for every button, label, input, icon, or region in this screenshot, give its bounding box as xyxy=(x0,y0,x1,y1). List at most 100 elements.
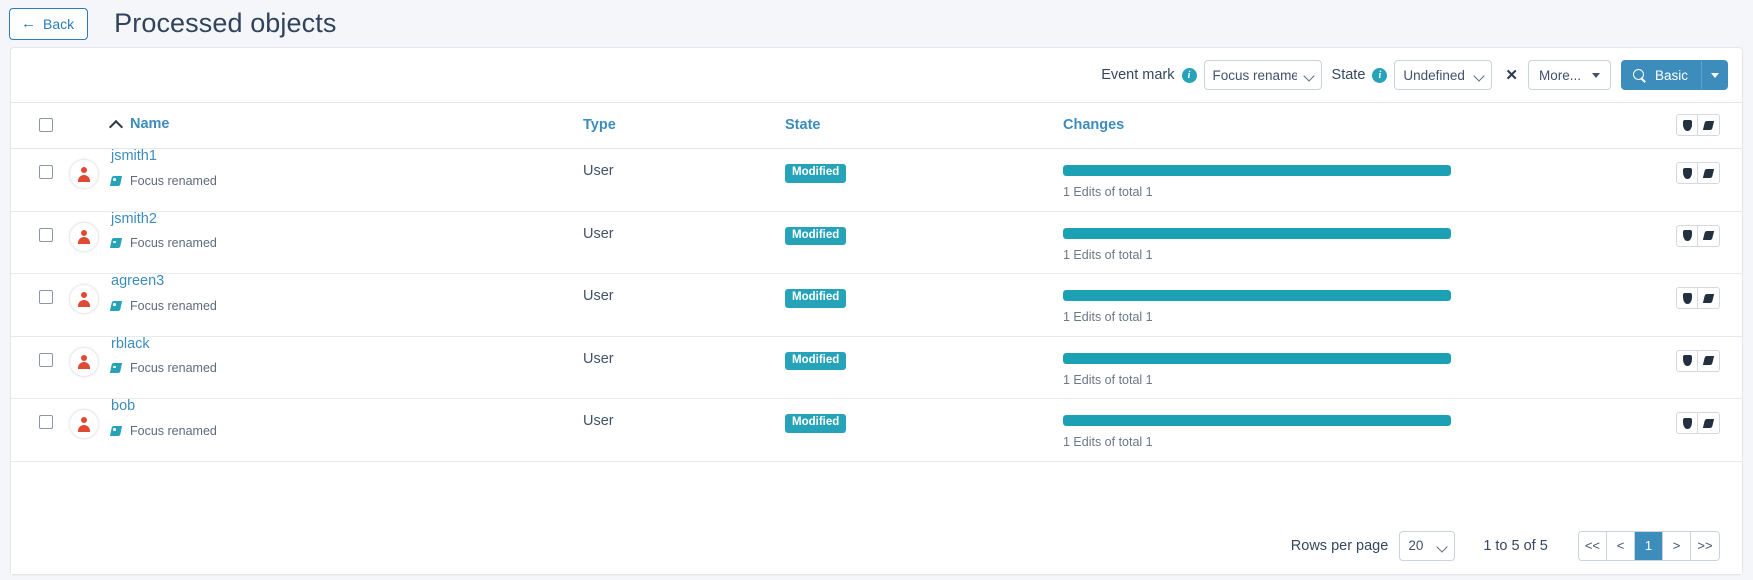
shield-icon-button[interactable] xyxy=(1676,114,1698,136)
row-checkbox[interactable] xyxy=(39,228,53,242)
row-action-group xyxy=(1478,149,1742,184)
row-tag-label: Focus renamed xyxy=(130,299,217,313)
row-checkbox[interactable] xyxy=(39,415,53,429)
tag-icon-button[interactable] xyxy=(1698,350,1720,372)
changes-caption: 1 Edits of total 1 xyxy=(1063,435,1478,449)
tag-icon xyxy=(1703,121,1714,130)
row-actions xyxy=(1676,412,1720,434)
row-changes-cell: 1 Edits of total 1 xyxy=(1063,274,1478,337)
event-mark-select-wrap: Focus renamed xyxy=(1204,60,1322,90)
shield-icon-button[interactable] xyxy=(1676,350,1698,372)
top-bar: ← Back Processed objects xyxy=(0,0,1753,47)
tag-icon xyxy=(111,300,123,312)
row-select-cell xyxy=(11,274,69,337)
row-type-value: User xyxy=(583,149,785,179)
select-all-checkbox[interactable] xyxy=(39,118,53,132)
page-first-button[interactable]: << xyxy=(1579,532,1607,560)
shield-icon xyxy=(1683,230,1692,241)
row-state-cell: Modified xyxy=(785,336,1063,399)
state-select[interactable]: Undefined xyxy=(1394,60,1492,90)
row-action-group xyxy=(1478,337,1742,372)
row-action-group xyxy=(1478,399,1742,434)
row-name-cell: agreen3 Focus renamed xyxy=(111,274,583,337)
page-title: Processed objects xyxy=(114,8,336,39)
progress-fill xyxy=(1063,290,1451,301)
progress-wrap: 1 Edits of total 1 xyxy=(1063,274,1478,324)
avatar xyxy=(69,409,99,439)
tag-icon-button[interactable] xyxy=(1698,225,1720,247)
changes-caption: 1 Edits of total 1 xyxy=(1063,185,1478,199)
object-name-link[interactable]: rblack xyxy=(111,337,583,352)
name-header[interactable]: Name xyxy=(111,103,583,149)
tag-icon xyxy=(1703,294,1714,303)
info-icon[interactable]: i xyxy=(1372,68,1387,83)
shield-icon xyxy=(1683,120,1692,131)
row-changes-cell: 1 Edits of total 1 xyxy=(1063,336,1478,399)
event-mark-label: Event mark xyxy=(1101,67,1174,83)
search-mode-dropdown[interactable] xyxy=(1701,61,1727,89)
row-changes-cell: 1 Edits of total 1 xyxy=(1063,149,1478,212)
row-checkbox[interactable] xyxy=(39,290,53,304)
page-1-button[interactable]: 1 xyxy=(1635,532,1663,560)
tag-icon xyxy=(111,175,123,187)
status-badge: Modified xyxy=(785,352,846,371)
tag-icon-button[interactable] xyxy=(1698,287,1720,309)
page-prev-button[interactable]: < xyxy=(1607,532,1635,560)
row-type-cell: User xyxy=(583,274,785,337)
search-basic-button[interactable]: Basic xyxy=(1621,60,1728,90)
tag-icon xyxy=(111,425,123,437)
row-select-cell xyxy=(11,336,69,399)
row-type-value: User xyxy=(583,274,785,304)
rows-per-page-select[interactable]: 20 xyxy=(1399,531,1455,561)
tag-icon-button[interactable] xyxy=(1698,162,1720,184)
table-row[interactable]: rblack Focus renamed User Modified 1 Edi… xyxy=(11,336,1742,399)
page-next-button[interactable]: > xyxy=(1663,532,1691,560)
table-row[interactable]: bob Focus renamed User Modified 1 Edits … xyxy=(11,399,1742,462)
search-basic-main[interactable]: Basic xyxy=(1622,61,1701,89)
row-checkbox[interactable] xyxy=(39,165,53,179)
type-header[interactable]: Type xyxy=(583,103,785,149)
status-badge: Modified xyxy=(785,227,846,246)
pagination-range: 1 to 5 of 5 xyxy=(1483,538,1548,554)
object-name-link[interactable]: agreen3 xyxy=(111,274,583,289)
actions-header xyxy=(1478,103,1742,149)
object-name-link[interactable]: jsmith2 xyxy=(111,212,583,227)
back-button[interactable]: ← Back xyxy=(9,8,88,40)
object-name-link[interactable]: jsmith1 xyxy=(111,149,583,164)
close-x-icon[interactable]: ✕ xyxy=(1505,68,1518,83)
tag-icon-button[interactable] xyxy=(1698,114,1720,136)
shield-icon xyxy=(1683,418,1692,429)
shield-icon-button[interactable] xyxy=(1676,162,1698,184)
row-tag-label: Focus renamed xyxy=(130,174,217,188)
more-filters-button[interactable]: More... xyxy=(1528,60,1611,90)
row-actions-cell xyxy=(1478,274,1742,337)
table-row[interactable]: agreen3 Focus renamed User Modified 1 Ed… xyxy=(11,274,1742,337)
shield-icon-button[interactable] xyxy=(1676,287,1698,309)
row-tag: Focus renamed xyxy=(111,424,583,438)
user-avatar-icon xyxy=(77,354,92,369)
row-action-group xyxy=(1478,212,1742,247)
state-filter-label: State xyxy=(1332,67,1366,83)
row-name-cell: jsmith2 Focus renamed xyxy=(111,211,583,274)
state-header[interactable]: State xyxy=(785,103,1063,149)
changes-header: Changes xyxy=(1063,103,1478,149)
row-actions-cell xyxy=(1478,211,1742,274)
shield-icon-button[interactable] xyxy=(1676,412,1698,434)
table-row[interactable]: jsmith1 Focus renamed User Modified 1 Ed… xyxy=(11,149,1742,212)
info-icon[interactable]: i xyxy=(1182,68,1197,83)
progress-track xyxy=(1063,353,1451,364)
row-checkbox[interactable] xyxy=(39,353,53,367)
row-type-value: User xyxy=(583,399,785,429)
name-sort-control[interactable]: Name xyxy=(111,116,170,132)
state-select-wrap: Undefined xyxy=(1394,60,1492,90)
object-name-link[interactable]: bob xyxy=(111,399,583,414)
table-row[interactable]: jsmith2 Focus renamed User Modified 1 Ed… xyxy=(11,211,1742,274)
row-tag: Focus renamed xyxy=(111,299,583,313)
shield-icon-button[interactable] xyxy=(1676,225,1698,247)
row-type-value: User xyxy=(583,212,785,242)
event-mark-select[interactable]: Focus renamed xyxy=(1204,60,1322,90)
table-header: Name Type State Changes xyxy=(11,103,1742,149)
tag-icon-button[interactable] xyxy=(1698,412,1720,434)
page-last-button[interactable]: >> xyxy=(1691,532,1719,560)
row-name-cell: bob Focus renamed xyxy=(111,399,583,462)
